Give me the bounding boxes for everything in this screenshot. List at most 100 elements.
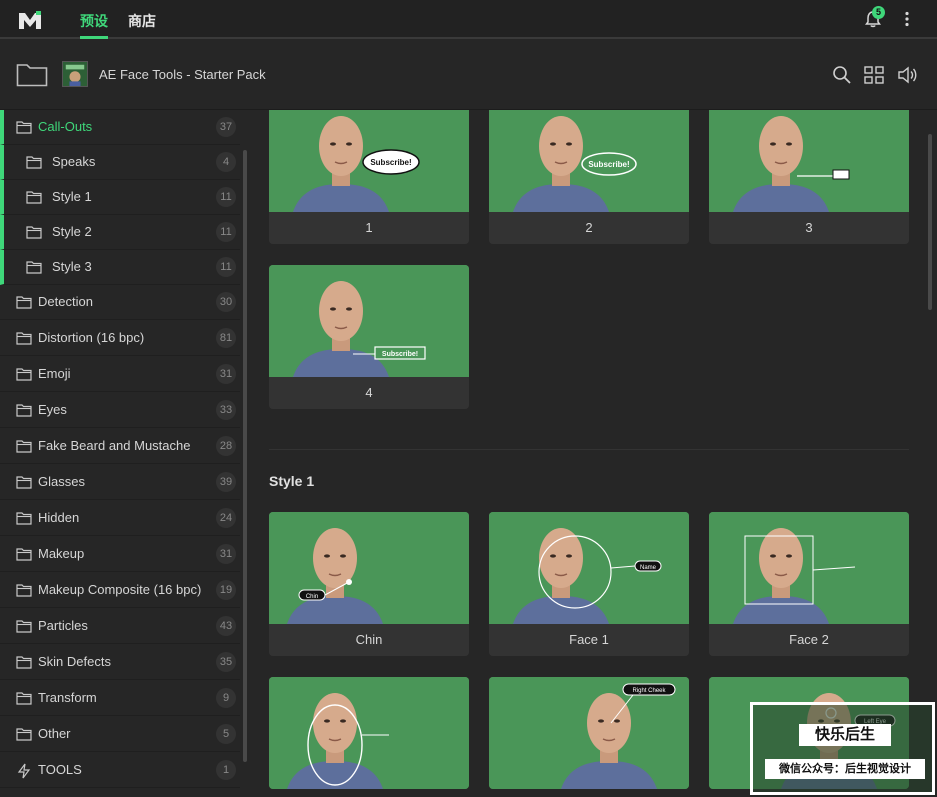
sidebar-item-count: 35 xyxy=(216,652,236,672)
watermark-subtitle: 微信公众号：后生视觉设计 xyxy=(765,759,925,779)
sidebar-item-count: 19 xyxy=(216,580,236,600)
sidebar-item-count: 37 xyxy=(216,117,236,137)
watermark-overlay: 快乐后生 微信公众号：后生视觉设计 xyxy=(750,702,935,795)
sidebar-item[interactable]: Makeup 31 xyxy=(0,537,240,572)
sidebar-item-label: Style 1 xyxy=(52,189,92,204)
sidebar-item-label: Eyes xyxy=(38,402,67,417)
pack-header: AE Face Tools - Starter Pack xyxy=(0,41,937,110)
preset-label: Face 1 xyxy=(489,624,689,656)
preset-card[interactable]: Name Face 1 xyxy=(489,512,689,656)
speaker-icon[interactable] xyxy=(897,65,917,85)
top-bar: 预设 商店 5 xyxy=(0,0,937,39)
preset-card[interactable]: Subscribe! 4 xyxy=(269,265,469,409)
content-scrollbar[interactable] xyxy=(928,134,932,310)
sidebar-item-count: 11 xyxy=(216,222,236,242)
more-menu-icon[interactable] xyxy=(898,10,916,28)
folder-icon xyxy=(26,260,42,274)
sidebar-item[interactable]: Glasses 39 xyxy=(0,465,240,500)
sidebar-item[interactable]: Speaks 4 xyxy=(0,145,240,180)
folder-icon xyxy=(16,475,32,489)
preset-thumbnail[interactable] xyxy=(709,110,909,212)
sidebar-item[interactable]: Makeup Composite (16 bpc) 19 xyxy=(0,573,240,608)
sidebar-item-count: 1 xyxy=(216,760,236,780)
sidebar-item[interactable]: Detection 30 xyxy=(0,285,240,320)
folder-icon xyxy=(16,367,32,381)
tab-presets[interactable]: 预设 xyxy=(80,11,108,31)
preset-thumbnail[interactable]: Subscribe! xyxy=(269,265,469,377)
preset-card[interactable]: Subscribe! 1 xyxy=(269,110,469,244)
preset-label: Face 2 xyxy=(709,624,909,656)
category-sidebar: Call-Outs 37 Speaks 4 Style 1 11 Style 2 11 Styl… xyxy=(0,110,248,797)
sidebar-item-label: Other xyxy=(38,726,71,741)
sidebar-item[interactable]: Style 1 11 xyxy=(0,180,240,215)
tab-store[interactable]: 商店 xyxy=(128,11,156,31)
preset-thumbnail[interactable] xyxy=(709,512,909,624)
sidebar-item[interactable]: Other 5 xyxy=(0,717,240,752)
app-logo-icon[interactable] xyxy=(17,9,43,31)
sidebar-item-count: 81 xyxy=(216,328,236,348)
folder-icon xyxy=(16,120,32,134)
sidebar-item[interactable]: Particles 43 xyxy=(0,609,240,644)
preset-thumbnail[interactable]: Subscribe! xyxy=(489,110,689,212)
sidebar-item[interactable]: Fake Beard and Mustache 28 xyxy=(0,429,240,464)
sidebar-item-label: Style 3 xyxy=(52,259,92,274)
sidebar-item[interactable]: Transform 9 xyxy=(0,681,240,716)
folder-icon xyxy=(26,190,42,204)
sidebar-item-label: Distortion (16 bpc) xyxy=(38,330,145,345)
svg-text:Subscribe!: Subscribe! xyxy=(588,160,629,169)
preset-card[interactable] xyxy=(269,677,469,789)
sidebar-item-label: TOOLS xyxy=(38,762,82,777)
lightning-icon xyxy=(16,763,32,779)
preset-card[interactable]: Subscribe! 2 xyxy=(489,110,689,244)
pack-title: AE Face Tools - Starter Pack xyxy=(99,67,266,82)
folder-icon xyxy=(16,403,32,417)
sidebar-item-count: 11 xyxy=(216,257,236,277)
preset-card[interactable]: Right Cheek xyxy=(489,677,689,789)
folder-icon xyxy=(16,655,32,669)
search-icon[interactable] xyxy=(832,65,852,85)
active-tab-indicator xyxy=(80,36,108,39)
watermark-title: 快乐后生 xyxy=(799,724,891,746)
preset-thumbnail[interactable]: Right Cheek xyxy=(489,677,689,789)
preset-thumbnail[interactable]: Subscribe! xyxy=(269,110,469,212)
folder-icon xyxy=(16,331,32,345)
sidebar-item[interactable]: Emoji 31 xyxy=(0,357,240,392)
sidebar-item-label: Detection xyxy=(38,294,93,309)
sidebar-item[interactable]: Distortion (16 bpc) 81 xyxy=(0,321,240,356)
sidebar-item-count: 43 xyxy=(216,616,236,636)
section-divider xyxy=(269,449,909,450)
folder-icon xyxy=(26,155,42,169)
preset-card[interactable]: Chin Chin xyxy=(269,512,469,656)
sidebar-item[interactable]: Skin Defects 35 xyxy=(0,645,240,680)
svg-text:Right Cheek: Right Cheek xyxy=(632,688,666,694)
sidebar-item[interactable]: Style 2 11 xyxy=(0,215,240,250)
sidebar-item[interactable]: Hidden 24 xyxy=(0,501,240,536)
sidebar-item[interactable]: TOOLS 1 xyxy=(0,753,240,788)
folder-icon[interactable] xyxy=(16,61,48,87)
grid-view-icon[interactable] xyxy=(864,65,884,85)
sidebar-item-label: Fake Beard and Mustache xyxy=(38,438,191,453)
sidebar-item[interactable]: Eyes 33 xyxy=(0,393,240,428)
sidebar-item-count: 9 xyxy=(216,688,236,708)
svg-text:Subscribe!: Subscribe! xyxy=(370,158,411,167)
folder-icon xyxy=(16,439,32,453)
preset-grid: Subscribe! 1 Subscribe! 2 3 Subscribe! 4 Style … xyxy=(248,110,937,797)
preset-label: 1 xyxy=(269,212,469,244)
preset-thumbnail[interactable]: Chin xyxy=(269,512,469,624)
preset-thumbnail[interactable]: Name xyxy=(489,512,689,624)
preset-label: 4 xyxy=(269,377,469,409)
preset-card[interactable]: 3 xyxy=(709,110,909,244)
sidebar-scrollbar[interactable] xyxy=(243,150,247,762)
preset-label: 2 xyxy=(489,212,689,244)
sidebar-item[interactable]: Call-Outs 37 xyxy=(0,110,240,145)
svg-text:Subscribe!: Subscribe! xyxy=(382,351,418,358)
sidebar-item[interactable]: Style 3 11 xyxy=(0,250,240,285)
preset-label: 3 xyxy=(709,212,909,244)
sidebar-item-label: Style 2 xyxy=(52,224,92,239)
preset-card[interactable]: Face 2 xyxy=(709,512,909,656)
sidebar-item-label: Call-Outs xyxy=(38,119,93,134)
preset-thumbnail[interactable] xyxy=(269,677,469,789)
sidebar-item-label: Particles xyxy=(38,618,88,633)
folder-icon xyxy=(16,511,32,525)
folder-icon xyxy=(16,691,32,705)
